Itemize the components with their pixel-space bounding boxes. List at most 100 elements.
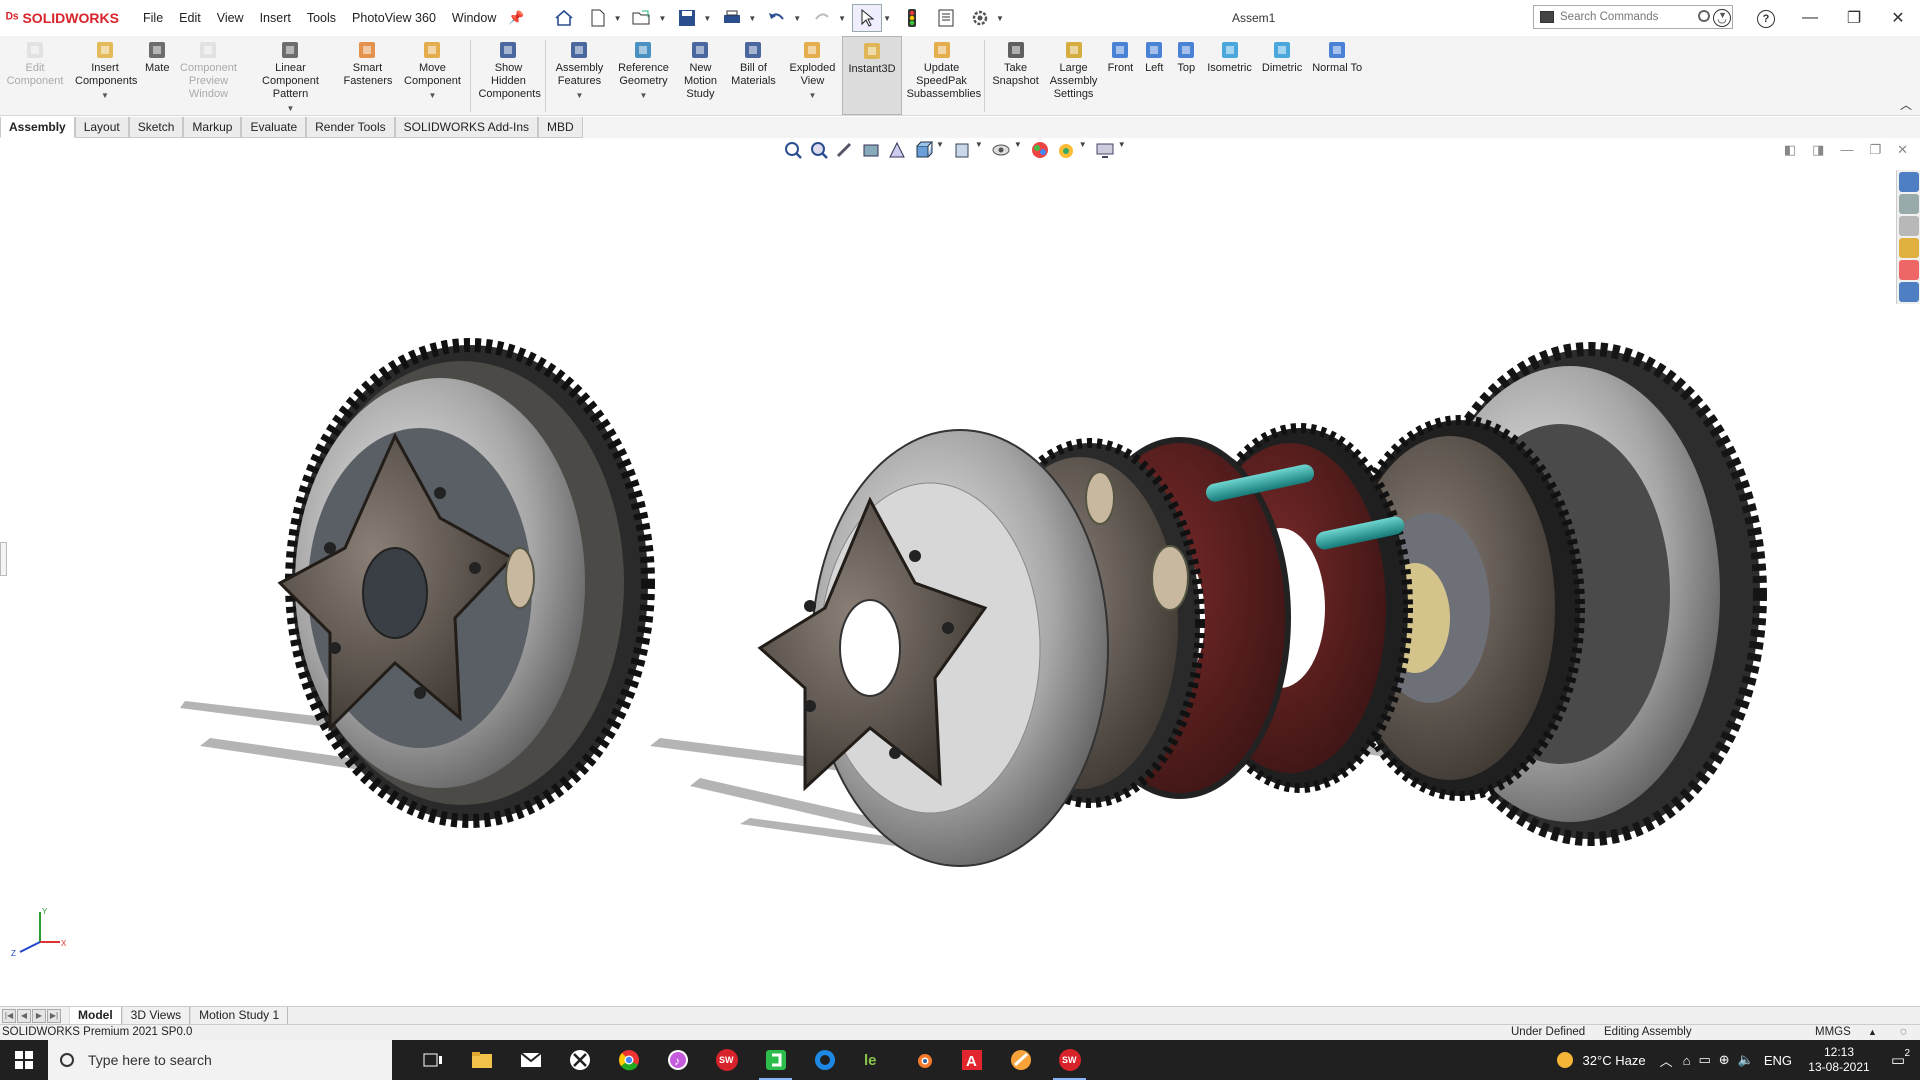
solidworks-2021-icon[interactable]: SW xyxy=(702,1040,751,1080)
solidworks-2021-running-icon[interactable]: SW xyxy=(1045,1040,1094,1080)
ribbon-instant3d-button[interactable]: Instant3D xyxy=(842,36,902,115)
ribbon-show-hidden-components-button[interactable]: Show Hidden Components xyxy=(473,36,543,115)
options-gear-icon[interactable] xyxy=(965,4,995,32)
xbox-icon[interactable] xyxy=(555,1040,604,1080)
input-language[interactable]: ENG xyxy=(1764,1053,1792,1068)
bottom-tab-model[interactable]: Model xyxy=(69,1007,122,1024)
tab-sketch[interactable]: Sketch xyxy=(128,117,184,138)
collapse-ribbon-icon[interactable]: ︿ xyxy=(1900,96,1912,113)
action-center-icon[interactable]: ▭ 2 xyxy=(1876,1048,1920,1069)
menu-item-window[interactable]: Window xyxy=(444,11,504,25)
solidworks-resources-icon[interactable] xyxy=(1899,172,1919,192)
chevron-down-icon[interactable]: ▼ xyxy=(101,89,109,102)
menu-item-tools[interactable]: Tools xyxy=(299,11,344,25)
ribbon-insert-components-button[interactable]: Insert Components ▼ xyxy=(70,36,140,115)
select-cursor-icon[interactable] xyxy=(852,4,883,32)
solidworks-logo[interactable]: ᴰˢ SOLIDWORKS xyxy=(0,0,135,36)
file-properties-icon[interactable] xyxy=(931,4,961,32)
chevron-down-icon[interactable]: ▼ xyxy=(809,89,817,102)
chevron-down-icon[interactable]: ▼ xyxy=(429,89,437,102)
mail-icon[interactable] xyxy=(506,1040,555,1080)
windows-start-button[interactable] xyxy=(0,1040,48,1080)
chevron-down-icon[interactable]: ▼ xyxy=(658,14,666,23)
inventor-2021-icon[interactable]: le xyxy=(849,1040,898,1080)
graphics-area[interactable]: ▼ ▼ ▼ ▼ ▼ ◧ ◨ — ❐ ✕ Y X Z xyxy=(0,138,1920,1006)
ribbon-smart-fasteners-button[interactable]: Smart Fasteners xyxy=(338,36,396,115)
ribbon-normal-to-button[interactable]: Normal To xyxy=(1307,36,1367,115)
ribbon-dimetric-button[interactable]: Dimetric xyxy=(1257,36,1307,115)
pin-icon[interactable]: 📌 xyxy=(508,10,524,26)
taskbar-clock[interactable]: 12:13 13-08-2021 xyxy=(1802,1045,1876,1075)
chevron-down-icon[interactable]: ▼ xyxy=(838,14,846,23)
globe-network-icon[interactable]: ⊕ xyxy=(1719,1052,1730,1068)
ribbon-left-button[interactable]: Left xyxy=(1138,36,1170,115)
autocad-icon[interactable]: A xyxy=(947,1040,996,1080)
taskbar-search-input[interactable]: Type here to search xyxy=(48,1040,392,1080)
tab-render-tools[interactable]: Render Tools xyxy=(306,117,395,138)
design-library-icon[interactable] xyxy=(1899,194,1919,214)
open-document-icon[interactable] xyxy=(627,4,657,32)
ribbon-isometric-button[interactable]: Isometric xyxy=(1202,36,1257,115)
assembled-clutch[interactable] xyxy=(277,338,655,828)
ribbon-reference-geometry-button[interactable]: Reference Geometry ▼ xyxy=(610,36,676,115)
sketchbook-icon[interactable] xyxy=(996,1040,1045,1080)
menu-item-insert[interactable]: Insert xyxy=(252,11,299,25)
volume-icon[interactable]: 🔈 xyxy=(1738,1052,1754,1068)
prev-tab-icon[interactable]: ◀ xyxy=(17,1008,31,1023)
ribbon-exploded-view-button[interactable]: Exploded View ▼ xyxy=(782,36,842,115)
tab-markup[interactable]: Markup xyxy=(183,117,242,138)
chevron-down-icon[interactable]: ▼ xyxy=(640,89,648,102)
assembly-3d-model[interactable] xyxy=(0,138,1920,1006)
chevron-down-icon[interactable]: ▼ xyxy=(614,14,622,23)
undo-icon[interactable] xyxy=(762,4,792,32)
camtasia-icon[interactable] xyxy=(751,1040,800,1080)
minimize-button[interactable]: — xyxy=(1788,9,1832,27)
chevron-down-icon[interactable]: ▼ xyxy=(576,89,584,102)
appearances-scenes-icon[interactable] xyxy=(1899,260,1919,280)
rebuild-traffic-light-icon[interactable] xyxy=(897,4,927,32)
chevron-down-icon[interactable]: ▼ xyxy=(748,14,756,23)
notifications-app-icon[interactable]: ▭ xyxy=(1698,1052,1710,1068)
file-explorer-icon[interactable] xyxy=(1899,216,1919,236)
menu-item-edit[interactable]: Edit xyxy=(171,11,209,25)
ribbon-linear-component-pattern-button[interactable]: Linear Component Pattern ▼ xyxy=(242,36,338,115)
restore-button[interactable]: ❐ xyxy=(1832,8,1876,28)
ribbon-bill-of-materials-button[interactable]: Bill of Materials xyxy=(724,36,782,115)
tab-mbd[interactable]: MBD xyxy=(538,117,583,138)
chevron-down-icon[interactable]: ▼ xyxy=(883,14,891,23)
menu-item-photoview-360[interactable]: PhotoView 360 xyxy=(344,11,444,25)
custom-properties-icon[interactable] xyxy=(1899,282,1919,302)
file-explorer-icon[interactable] xyxy=(457,1040,506,1080)
redo-icon[interactable] xyxy=(807,4,837,32)
menu-item-view[interactable]: View xyxy=(209,11,252,25)
help-icon[interactable]: ? xyxy=(1744,9,1788,28)
ribbon-large-assembly-settings-button[interactable]: Large Assembly Settings xyxy=(1045,36,1103,115)
close-button[interactable]: ✕ xyxy=(1876,8,1920,28)
chrome-icon[interactable] xyxy=(604,1040,653,1080)
ribbon-top-button[interactable]: Top xyxy=(1170,36,1202,115)
ribbon-new-motion-study-button[interactable]: New Motion Study xyxy=(676,36,724,115)
blender-icon[interactable] xyxy=(898,1040,947,1080)
ribbon-component-preview-window-button[interactable]: Component Preview Window xyxy=(174,36,242,115)
chevron-up-icon[interactable]: ︿ xyxy=(1660,1051,1673,1070)
ribbon-update-speedpak-subassemblies-button[interactable]: Update SpeedPak Subassemblies xyxy=(902,36,982,115)
ribbon-front-button[interactable]: Front xyxy=(1103,36,1139,115)
tab-evaluate[interactable]: Evaluate xyxy=(241,117,307,138)
exploded-clutch-stack[interactable] xyxy=(757,342,1767,867)
ribbon-take-snapshot-button[interactable]: Take Snapshot xyxy=(987,36,1045,115)
save-icon[interactable] xyxy=(672,4,702,32)
last-tab-icon[interactable]: ▶| xyxy=(47,1008,61,1023)
units-selector[interactable]: MMGS xyxy=(1815,1025,1851,1040)
chevron-down-icon[interactable]: ▼ xyxy=(287,102,295,115)
first-tab-icon[interactable]: |◀ xyxy=(2,1008,16,1023)
weather-text[interactable]: 32°C Haze xyxy=(1583,1053,1646,1068)
user-account-icon[interactable]: ◡ xyxy=(1700,9,1744,28)
tab-solidworks-add-ins[interactable]: SOLIDWORKS Add-Ins xyxy=(394,117,539,138)
chevron-up-icon[interactable]: ▲ xyxy=(1868,1025,1877,1040)
bottom-tab-3d-views[interactable]: 3D Views xyxy=(121,1007,191,1024)
tab-assembly[interactable]: Assembly xyxy=(0,117,75,138)
view-palette-icon[interactable] xyxy=(1899,238,1919,258)
print-icon[interactable] xyxy=(717,4,747,32)
ribbon-mate-button[interactable]: Mate xyxy=(140,36,174,115)
quick-tips-icon[interactable]: ◌ xyxy=(1900,1025,1907,1040)
